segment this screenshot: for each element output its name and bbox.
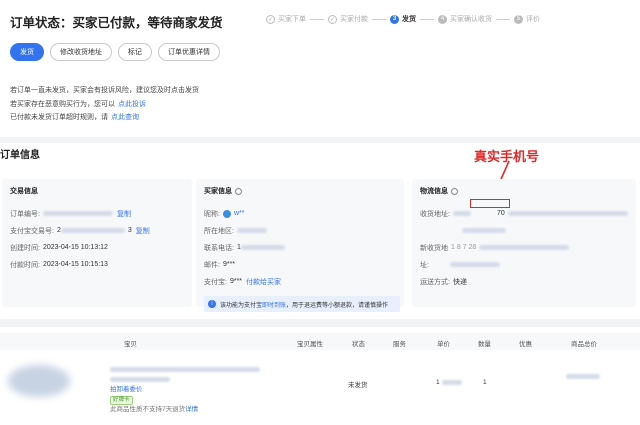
goods-status: 未发货 [348, 382, 368, 389]
nickname-row: 昵称: w** [204, 209, 245, 218]
goods-panel: 宝贝 宝贝属性 状态 服务 单价 数量 优惠 商品总价 拍卸着委价 好牌卡 此商… [0, 327, 640, 425]
redacted-text [449, 262, 500, 267]
step-number: 4 [438, 14, 447, 24]
goods-badge: 好牌卡 [110, 396, 133, 405]
new-address-cont-row: 址: [420, 256, 628, 273]
alipay-tip: i 该功能为支付宝 即时到账 ，用于退运费等小额退款，请谨慎操作 [204, 296, 400, 312]
column-header: 服务 [393, 341, 406, 348]
step-connector [420, 18, 434, 20]
column-header: 宝贝属性 [297, 341, 323, 348]
eye-icon[interactable] [451, 187, 458, 195]
redacted-text [566, 373, 600, 379]
redacted-text [110, 376, 170, 382]
order-status-title: 订单状态：买家已付款，等待商家发货 [10, 16, 223, 30]
redacted-text [479, 245, 570, 250]
goods-tag: 拍卸着委价 [110, 386, 143, 393]
buyer-info-card: 买家信息 昵称: w** 所在地区: 联系电话: 1 邮件: 9*** 支付宝:… [196, 179, 404, 312]
redacted-text [462, 228, 506, 233]
eye-icon[interactable] [235, 187, 242, 195]
order-info-panel: 订单信息 真实手机号 交易信息 订单编号: 复制 支付宝交易号: 2 3 复制 … [0, 143, 640, 319]
unit-price: 1 [436, 379, 462, 386]
edit-address-button[interactable]: 修改收货地址 [50, 43, 112, 61]
address-continued-row [420, 222, 628, 239]
total-price [566, 373, 600, 380]
discount-detail-button[interactable]: 订单优惠详情 [158, 43, 220, 61]
column-header: 宝贝 [124, 341, 137, 348]
action-bar: 发货 修改收货地址 标记 订单优惠详情 [10, 43, 220, 61]
step-buyer-order: ✓ 买家下单 [266, 14, 328, 24]
step-number: 5 [514, 14, 523, 24]
step-connector [496, 18, 510, 20]
copy-link[interactable]: 复制 [136, 226, 150, 236]
wangwang-icon[interactable] [222, 209, 231, 218]
mark-button[interactable]: 标记 [118, 43, 152, 61]
ship-button[interactable]: 发货 [10, 43, 44, 61]
quantity: 1 [483, 379, 487, 386]
step-connector [310, 18, 324, 20]
column-header: 商品总价 [571, 341, 597, 348]
redacted-text [507, 211, 628, 216]
column-header: 单价 [437, 341, 450, 348]
order-status-panel: 订单状态：买家已付款，等待商家发货 ✓ 买家下单 ✓ 买家付款 3 发货 4 买… [0, 0, 640, 137]
step-ship: 3 发货 [390, 14, 438, 24]
goods-table-header: 宝贝 宝贝属性 状态 服务 单价 数量 优惠 商品总价 [0, 333, 640, 350]
redacted-text [441, 379, 462, 385]
column-header: 数量 [478, 341, 491, 348]
notice-list: 若订单一直未发货，买家会有投诉风险，建议您及时点击发货 若买家存在恶意购买行为，… [10, 84, 199, 125]
column-header: 状态 [352, 341, 365, 348]
instant-transfer-link[interactable]: 即时到账 [262, 300, 286, 309]
order-info-title: 订单信息 [0, 150, 40, 161]
step-label: 买家下单 [278, 16, 306, 23]
column-header: 优惠 [519, 341, 532, 348]
shipping-method-row: 运送方式: 快递 [420, 278, 467, 286]
step-label: 买家确认收货 [450, 16, 492, 23]
redacted-text [452, 211, 471, 216]
new-address-row: 新收货地 1 8 7 28 [420, 239, 628, 256]
created-time-row: 创建时间: 2023-04-15 10:13:12 [10, 244, 108, 252]
step-label: 发货 [402, 16, 416, 23]
card-title: 物流信息 [420, 186, 628, 196]
step-label: 评价 [526, 16, 540, 23]
step-connector [372, 18, 386, 20]
step-label: 买家付款 [340, 16, 368, 23]
logistics-info-card: 物流信息 收货地址: 70 新收货地 1 8 7 28 址: 运送方式: 快递 [412, 179, 636, 307]
alipay-row: 支付宝: 9*** 付款给买家 [204, 277, 282, 287]
goods-info: 拍卸着委价 好牌卡 此商品性质不支持7天退货详情 [110, 365, 260, 415]
trade-info-card: 交易信息 订单编号: 复制 支付宝交易号: 2 3 复制 创建时间: 2023-… [2, 179, 192, 307]
details-link[interactable]: 详情 [185, 406, 198, 413]
pay-buyer-link[interactable]: 付款给买家 [246, 277, 281, 287]
check-icon: ✓ [328, 14, 337, 24]
paid-time-row: 付款时间: 2023-04-15 10:15:13 [10, 261, 108, 269]
copy-link[interactable]: 复制 [117, 209, 131, 219]
notice-item: 若订单一直未发货，买家会有投诉风险，建议您及时点击发货 [10, 87, 199, 94]
progress-steps: ✓ 买家下单 ✓ 买家付款 3 发货 4 买家确认收货 5 评价 [266, 14, 540, 24]
query-rules-link[interactable]: 点此查询 [111, 114, 139, 121]
address-row: 收货地址: 70 [420, 205, 628, 222]
phone-row: 联系电话: 1 [204, 239, 396, 256]
card-title: 买家信息 [204, 186, 396, 196]
goods-thumbnail[interactable] [8, 365, 70, 397]
notice-item: 已付款未发货订单超时规则，请 点此查询 [10, 114, 139, 121]
step-review: 5 评价 [514, 14, 540, 24]
notice-item: 若买家存在恶意购买行为，您可以 点此投诉 [10, 100, 146, 108]
complain-link[interactable]: 点此投诉 [118, 101, 146, 108]
card-title: 交易信息 [10, 188, 38, 195]
step-number: 3 [390, 14, 399, 24]
step-buyer-pay: ✓ 买家付款 [328, 14, 390, 24]
redacted-text [240, 245, 285, 250]
alipay-trade-row: 支付宝交易号: 2 3 复制 [10, 226, 150, 236]
redacted-text [42, 211, 113, 216]
phone-highlight-box [470, 199, 510, 208]
check-icon: ✓ [266, 14, 275, 24]
redacted-goods-title[interactable] [110, 366, 260, 372]
return-note: 此商品性质不支持7天退货详情 [110, 406, 199, 413]
redacted-text [60, 228, 125, 233]
info-icon: i [208, 300, 216, 308]
step-confirm-receipt: 4 买家确认收货 [438, 14, 514, 24]
region-row: 所在地区: [204, 222, 396, 239]
email-row: 邮件: 9*** [204, 261, 236, 269]
order-number-row: 订单编号: 复制 [10, 209, 131, 219]
redacted-text [236, 228, 267, 233]
divider [0, 319, 640, 327]
